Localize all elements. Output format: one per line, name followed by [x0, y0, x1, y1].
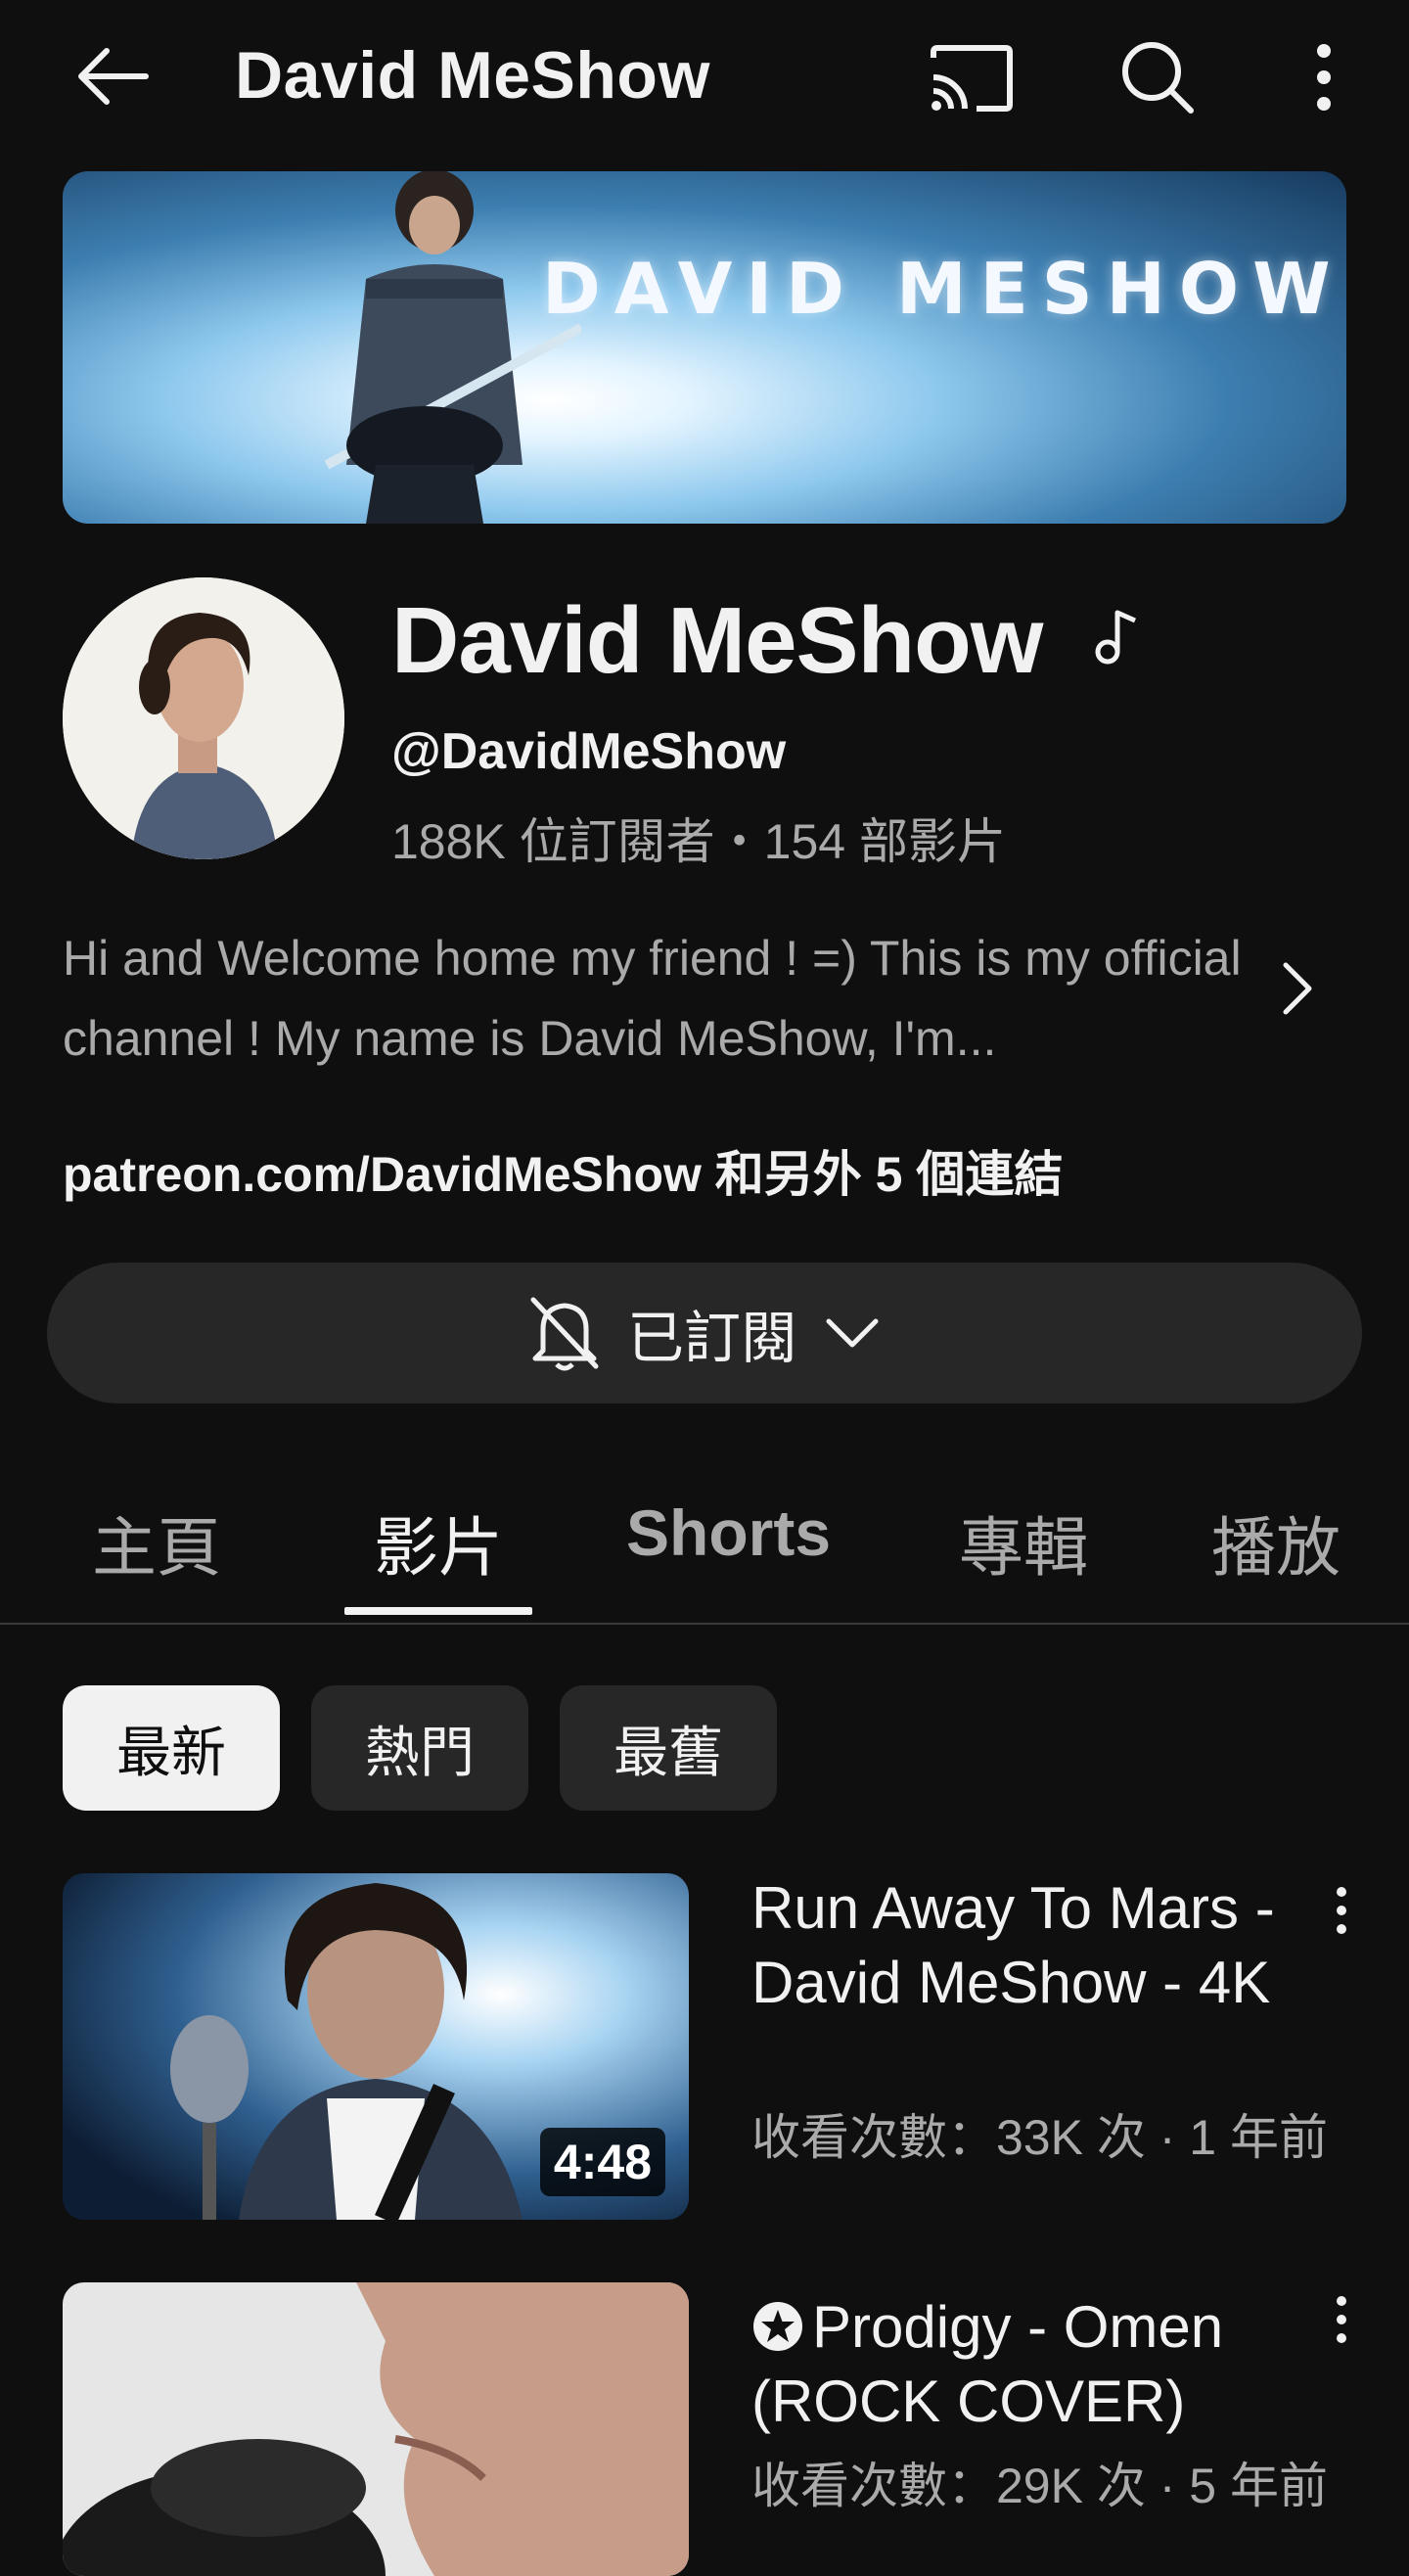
more-vert-icon: [1337, 1887, 1346, 1934]
video-title[interactable]: Run Away To Mars - David MeShow - 4K: [751, 1871, 1299, 2020]
channel-links[interactable]: patreon.com/DavidMeShow 和另外 5 個連結: [63, 1135, 1063, 1206]
chevron-right-icon[interactable]: [1278, 959, 1317, 1018]
cast-button[interactable]: [928, 39, 1016, 117]
channel-avatar[interactable]: [63, 577, 344, 859]
video-more-button[interactable]: [1327, 1881, 1356, 1940]
channel-banner: DAVID MESHOW: [63, 171, 1346, 524]
more-options-button[interactable]: [1301, 35, 1346, 119]
more-vert-icon: [1337, 2296, 1346, 2343]
channel-description[interactable]: Hi and Welcome home my friend ! =) This …: [63, 918, 1247, 1079]
video-thumbnail[interactable]: [63, 2282, 689, 2576]
banner-title: DAVID MESHOW: [542, 248, 1344, 330]
back-button[interactable]: [68, 39, 157, 114]
channel-link-suffix: 和另外 5 個連結: [701, 1147, 1064, 1202]
avatar-portrait: [63, 577, 344, 859]
thumbnail-image: [63, 2282, 689, 2576]
channel-link-main[interactable]: patreon.com/DavidMeShow: [63, 1147, 702, 1202]
subscribed-button[interactable]: 已訂閱: [47, 1263, 1362, 1403]
chip-oldest[interactable]: 最舊: [560, 1685, 777, 1811]
search-icon: [1122, 42, 1194, 114]
video-thumbnail[interactable]: 4:48: [63, 1873, 689, 2220]
star-badge-icon: [753, 2302, 802, 2351]
active-tab-indicator: [344, 1607, 532, 1615]
chip-latest[interactable]: 最新: [63, 1685, 280, 1811]
video-duration: 4:48: [539, 2128, 665, 2196]
channel-name: David MeShow: [391, 588, 1043, 693]
more-vert-icon: [1317, 44, 1331, 111]
arrow-left-icon: [78, 48, 149, 105]
chevron-down-icon: [826, 1318, 879, 1348]
chip-popular[interactable]: 熱門: [311, 1685, 528, 1811]
tab-shorts[interactable]: Shorts: [626, 1495, 831, 1570]
channel-handle: @DavidMeShow: [391, 723, 787, 780]
video-title-text: Prodigy - Omen (ROCK COVER): [751, 2294, 1224, 2434]
app-bar: David MeShow: [0, 0, 1409, 157]
video-meta: 收看次數：33K 次 · 1 年前: [751, 2110, 1328, 2165]
channel-tabs: 主頁 影片 Shorts 專輯 播放: [0, 1478, 1409, 1625]
tab-playlists[interactable]: 播放: [1211, 1495, 1341, 1589]
app-bar-title: David MeShow: [235, 38, 710, 113]
cast-icon: [931, 45, 1013, 112]
subscribed-label: 已訂閱: [626, 1307, 797, 1370]
video-meta: 收看次數：29K 次 · 5 年前: [751, 2459, 1328, 2513]
video-more-button[interactable]: [1327, 2290, 1356, 2349]
tab-home[interactable]: 主頁: [92, 1495, 221, 1589]
channel-stats: 188K 位訂閱者・154 部影片: [391, 814, 1006, 869]
search-button[interactable]: [1114, 35, 1202, 119]
video-title[interactable]: Prodigy - Omen (ROCK COVER): [751, 2290, 1299, 2439]
guitarist-figure: [324, 171, 581, 524]
tab-videos[interactable]: 影片: [374, 1495, 503, 1589]
tab-albums[interactable]: 專輯: [959, 1495, 1088, 1589]
music-note-icon: [1095, 610, 1137, 665]
bell-off-icon: [530, 1297, 599, 1371]
